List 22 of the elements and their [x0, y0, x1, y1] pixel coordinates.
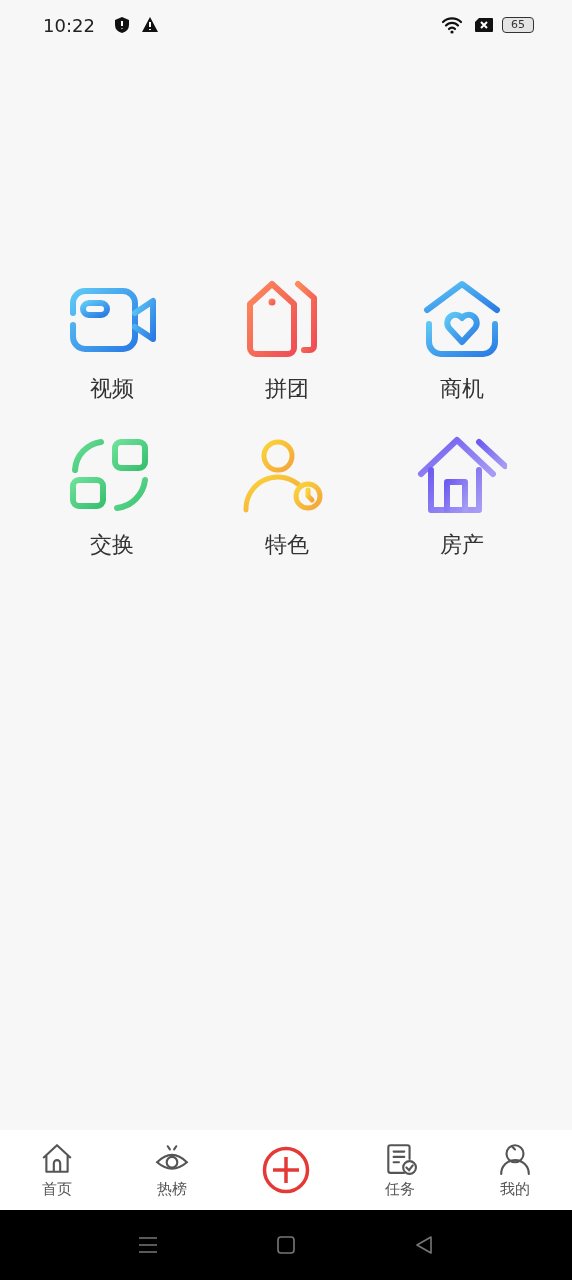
warning-icon: [140, 16, 159, 34]
back-icon[interactable]: [413, 1234, 435, 1256]
add-icon[interactable]: [262, 1146, 310, 1194]
tab-item[interactable]: 热榜: [114, 1141, 229, 1199]
person-icon: [497, 1141, 532, 1176]
tab-item[interactable]: 首页: [0, 1141, 115, 1199]
battery-level: 65: [502, 17, 534, 33]
feature-label[interactable]: 拼团: [264, 374, 309, 404]
feature-label[interactable]: 房产: [439, 530, 484, 560]
tab-item[interactable]: 任务: [343, 1141, 458, 1199]
menu-icon[interactable]: [137, 1234, 159, 1256]
feature-label[interactable]: 特色: [264, 530, 309, 560]
feature-label[interactable]: 交换: [89, 530, 134, 560]
home-square-icon[interactable]: [275, 1234, 297, 1256]
shield-alert-icon: [112, 16, 131, 34]
house-icon: [416, 436, 507, 516]
clock-time: 10:22: [43, 14, 95, 36]
tab-item[interactable]: 我的: [457, 1141, 572, 1199]
feature-label[interactable]: 视频: [89, 374, 134, 404]
feature-label[interactable]: 商机: [439, 374, 484, 404]
sim-blocked-icon: [474, 16, 494, 34]
wifi-icon: [440, 16, 464, 34]
